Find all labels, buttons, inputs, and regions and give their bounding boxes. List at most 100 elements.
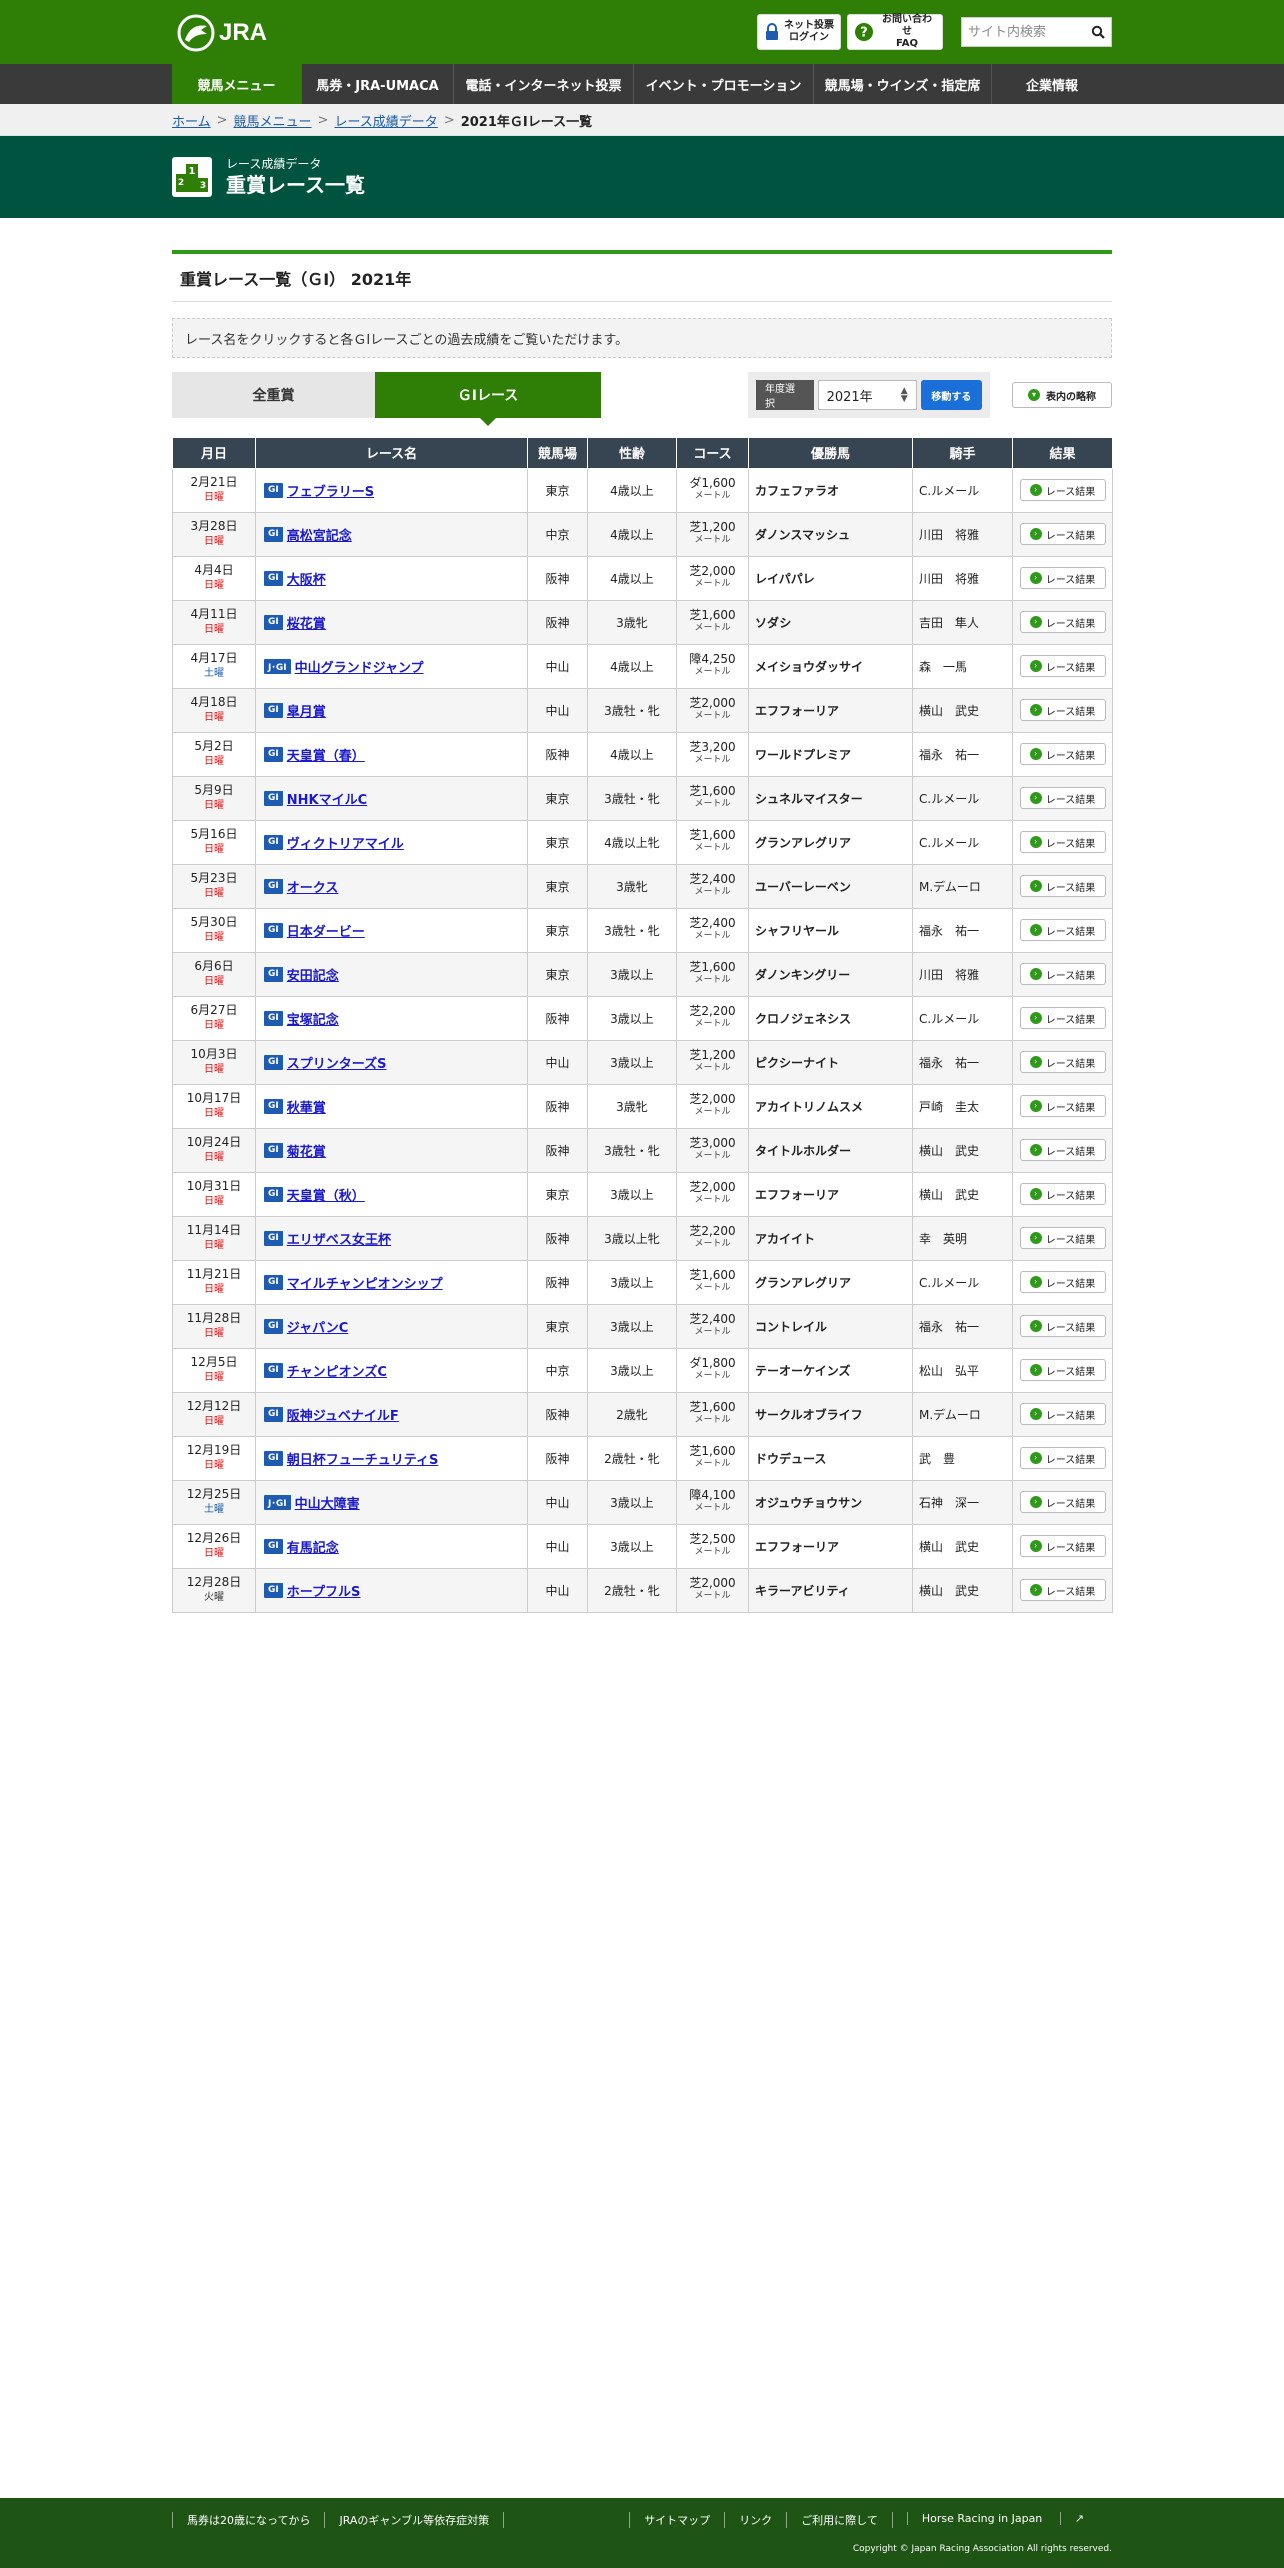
tab-all-graded[interactable]: 全重賞 bbox=[172, 372, 375, 418]
race-name-link[interactable]: 皐月賞 bbox=[287, 701, 326, 720]
go-button[interactable]: 移動する bbox=[920, 380, 982, 410]
race-name-link[interactable]: マイルチャンピオンシップ bbox=[287, 1273, 443, 1292]
tab-g1-races[interactable]: ＧⅠレース bbox=[375, 372, 601, 426]
race-name-link[interactable]: 高松宮記念 bbox=[287, 525, 352, 544]
race-result-button[interactable]: › レース結果 bbox=[1019, 1579, 1106, 1601]
race-name-link[interactable]: 秋華賞 bbox=[287, 1097, 326, 1116]
breadcrumb-menu[interactable]: 競馬メニュー bbox=[234, 111, 312, 130]
race-result-button[interactable]: › レース結果 bbox=[1019, 1359, 1106, 1381]
footer-link-addiction[interactable]: JRAのギャンブル等依存症対策 bbox=[324, 2512, 505, 2528]
race-weekday: 日曜 bbox=[204, 624, 224, 635]
grade-badge: GⅠ bbox=[264, 746, 283, 762]
race-weekday: 日曜 bbox=[204, 800, 224, 811]
race-jockey: 福永 祐一 bbox=[912, 1039, 1013, 1085]
race-name-link[interactable]: スプリンターズS bbox=[287, 1053, 387, 1072]
search-input[interactable] bbox=[962, 18, 1085, 46]
race-result-label: レース結果 bbox=[1045, 530, 1096, 542]
grade-badge: GⅠ bbox=[264, 878, 283, 894]
gnav-baken[interactable]: 馬券・JRA-UMACA bbox=[302, 64, 454, 104]
race-result-button[interactable]: › レース結果 bbox=[1019, 1051, 1106, 1073]
race-name-link[interactable]: 日本ダービー bbox=[287, 921, 365, 940]
race-name-link[interactable]: 大阪杯 bbox=[287, 569, 326, 588]
table-row: 4月11日 日曜 GⅠ 桜花賞 阪神 3歳牝 芝1,600 メートル ソダシ 吉田 隼人 › レース結… bbox=[172, 599, 1113, 645]
race-name-link[interactable]: 有馬記念 bbox=[287, 1537, 339, 1556]
race-date-cell: 5月2日 日曜 bbox=[172, 731, 256, 777]
race-result-button[interactable]: › レース結果 bbox=[1019, 831, 1106, 853]
footer-link-sitemap[interactable]: サイトマップ bbox=[629, 2512, 724, 2528]
race-result-button[interactable]: › レース結果 bbox=[1019, 1447, 1106, 1469]
race-weekday: 日曜 bbox=[204, 1328, 224, 1339]
year-select[interactable]: 2021年 ▲ ▼ bbox=[817, 380, 917, 410]
race-result-button[interactable]: › レース結果 bbox=[1019, 963, 1106, 985]
race-name-link[interactable]: 天皇賞（秋） bbox=[287, 1185, 365, 1204]
breadcrumb-data[interactable]: レース成績データ bbox=[334, 111, 437, 130]
race-result-button[interactable]: › レース結果 bbox=[1019, 1227, 1106, 1249]
race-name-link[interactable]: 阪神ジュベナイルF bbox=[287, 1405, 399, 1424]
abbreviation-button[interactable]: ▾ 表内の略称 bbox=[1012, 382, 1112, 408]
race-result-button[interactable]: › レース結果 bbox=[1019, 655, 1106, 677]
race-result-button[interactable]: › レース結果 bbox=[1019, 1183, 1106, 1205]
race-result-label: レース結果 bbox=[1045, 794, 1096, 806]
gnav-venue[interactable]: 競馬場・ウインズ・指定席 bbox=[814, 64, 992, 104]
footer-link-age[interactable]: 馬券は20歳になってから bbox=[172, 2512, 324, 2528]
race-result-button[interactable]: › レース結果 bbox=[1019, 1007, 1106, 1029]
footer-link-terms[interactable]: ご利用に際して bbox=[786, 2512, 892, 2528]
race-result-button[interactable]: › レース結果 bbox=[1019, 743, 1106, 765]
gnav-vote[interactable]: 電話・インターネット投票 bbox=[454, 64, 634, 104]
race-name-link[interactable]: エリザベス女王杯 bbox=[287, 1229, 391, 1248]
net-vote-login-button[interactable]: ネット投票 ログイン bbox=[757, 14, 841, 50]
faq-button[interactable]: ? お問い合わせ FAQ bbox=[847, 14, 943, 50]
race-name-link[interactable]: NHKマイルC bbox=[287, 789, 367, 808]
race-name-cell: GⅠ 天皇賞（春） bbox=[255, 731, 528, 777]
jra-logo[interactable]: JRA bbox=[177, 14, 267, 52]
race-result-button[interactable]: › レース結果 bbox=[1019, 611, 1106, 633]
breadcrumb-home[interactable]: ホーム bbox=[172, 111, 211, 130]
footer-link-links[interactable]: リンク bbox=[724, 2512, 786, 2528]
site-footer: 馬券は20歳になってから JRAのギャンブル等依存症対策 サイトマップ リンク … bbox=[0, 2498, 1284, 2568]
race-result-button[interactable]: › レース結果 bbox=[1019, 1271, 1106, 1293]
race-name-link[interactable]: 桜花賞 bbox=[287, 613, 326, 632]
gnav-event[interactable]: イベント・プロモーション bbox=[634, 64, 814, 104]
race-name-link[interactable]: オークス bbox=[287, 877, 339, 896]
race-result-button[interactable]: › レース結果 bbox=[1019, 523, 1106, 545]
race-name-link[interactable]: 中山グランドジャンプ bbox=[295, 657, 424, 676]
chevron-right-circle-icon: › bbox=[1029, 704, 1042, 716]
race-result-button[interactable]: › レース結果 bbox=[1019, 1095, 1106, 1117]
table-row: 10月31日 日曜 GⅠ 天皇賞（秋） 東京 3歳以上 芝2,000 メートル エフフォーリア横… bbox=[172, 1171, 1113, 1217]
page-title-bar: 1 2 3 レース成績データ 重賞レース一覧 bbox=[0, 136, 1284, 218]
race-result-button[interactable]: › レース結果 bbox=[1019, 1535, 1106, 1557]
race-result-button[interactable]: › レース結果 bbox=[1019, 919, 1106, 941]
race-venue: 阪神 bbox=[527, 1435, 588, 1481]
race-name-link[interactable]: ヴィクトリアマイル bbox=[287, 833, 404, 852]
gnav-corporate[interactable]: 企業情報 bbox=[992, 64, 1112, 104]
race-result-button[interactable]: › レース結果 bbox=[1019, 567, 1106, 589]
race-name-link[interactable]: 菊花賞 bbox=[287, 1141, 326, 1160]
race-name-link[interactable]: 朝日杯フューチュリティS bbox=[287, 1449, 439, 1468]
race-jockey: C.ルメール bbox=[912, 1259, 1013, 1305]
race-name-link[interactable]: 中山大障害 bbox=[295, 1493, 360, 1512]
search-icon[interactable] bbox=[1085, 18, 1111, 46]
race-name-link[interactable]: チャンピオンズC bbox=[287, 1361, 387, 1380]
race-name-link[interactable]: フェブラリーS bbox=[287, 481, 374, 500]
race-name-link[interactable]: 宝塚記念 bbox=[287, 1009, 339, 1028]
table-row: 10月17日 日曜 GⅠ 秋華賞 阪神 3歳牝 芝2,000 メートル アカイトリノムスメ 戸崎 … bbox=[172, 1083, 1113, 1129]
race-result-button[interactable]: › レース結果 bbox=[1019, 479, 1106, 501]
race-jockey: 横山 武史 bbox=[912, 1567, 1013, 1613]
race-result-button[interactable]: › レース結果 bbox=[1019, 699, 1106, 721]
copyright: Copyright © Japan Racing Association All… bbox=[852, 2544, 1112, 2554]
race-name-link[interactable]: ジャパンC bbox=[287, 1317, 349, 1336]
race-result-button[interactable]: › レース結果 bbox=[1019, 1491, 1106, 1513]
race-condition: 4歳以上牝 bbox=[587, 819, 677, 865]
gnav-keiba-menu[interactable]: 競馬メニュー bbox=[172, 64, 302, 104]
race-name-link[interactable]: 天皇賞（春） bbox=[287, 745, 365, 764]
race-name-link[interactable]: 安田記念 bbox=[287, 965, 339, 984]
race-result-button[interactable]: › レース結果 bbox=[1019, 875, 1106, 897]
race-result-label: レース結果 bbox=[1045, 1234, 1096, 1246]
race-name-link[interactable]: ホープフルS bbox=[287, 1581, 361, 1600]
footer-link-hrij[interactable]: Horse Racing in Japan ↗ bbox=[891, 2512, 1112, 2528]
race-result-button[interactable]: › レース結果 bbox=[1019, 1315, 1106, 1337]
race-result-button[interactable]: › レース結果 bbox=[1019, 787, 1106, 809]
race-winner: グランアレグリア bbox=[748, 819, 913, 865]
race-result-button[interactable]: › レース結果 bbox=[1019, 1139, 1106, 1161]
race-result-button[interactable]: › レース結果 bbox=[1019, 1403, 1106, 1425]
